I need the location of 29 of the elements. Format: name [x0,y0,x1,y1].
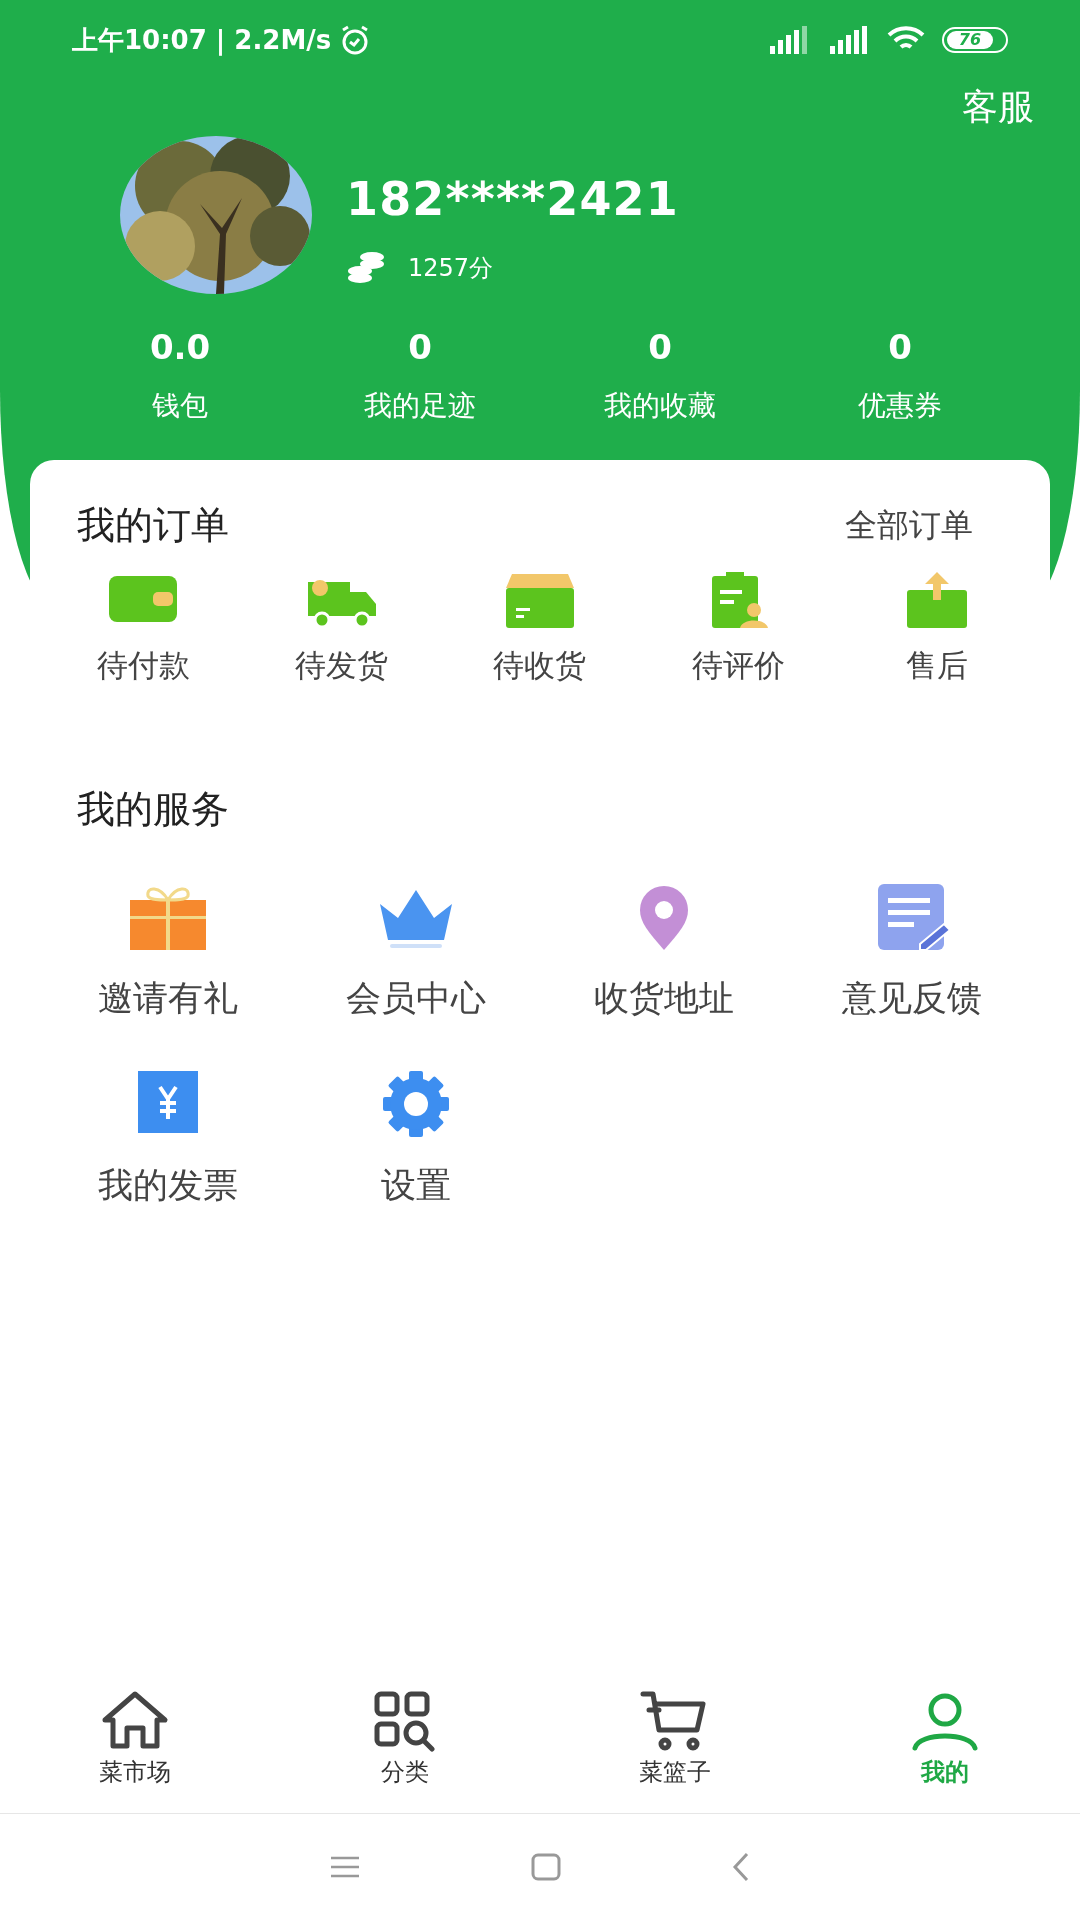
tab-bar-item[interactable]: 菜市场 [0,1690,270,1813]
order-status-label[interactable]: 待付款 [96,642,190,689]
order-status-label[interactable]: 待收货 [493,642,587,689]
points-text: 1257分 [408,252,494,284]
tab-bar-item[interactable]: 分类 [270,1690,540,1813]
stat-value: 0 [648,326,672,369]
tab-bar-item[interactable]: 菜篮子 [540,1690,810,1813]
battery-indicator: 76 [942,27,1008,53]
service-label[interactable]: 设置 [381,1158,451,1211]
service-label[interactable]: 意见反馈 [842,972,982,1025]
service-label[interactable]: 我的发票 [98,1158,238,1211]
service-label[interactable]: 会员中心 [346,972,486,1025]
order-status-label[interactable]: 待评价 [691,642,785,689]
home-button-icon[interactable] [531,1853,561,1881]
service-label[interactable]: 邀请有礼 [98,972,238,1025]
status-time: 上午10:07 | 2.2M/s [72,23,332,58]
service-label[interactable]: 收货地址 [594,972,734,1025]
order-status-label[interactable]: 待发货 [295,642,389,689]
stat-value: 0 [408,326,432,369]
stat-value: 0.0 [149,326,211,369]
order-status-label[interactable]: 售后 [905,642,968,689]
back-icon[interactable] [731,1852,751,1882]
phone-number: 182****2421 [346,170,679,228]
section-title: 我的服务 [77,786,229,833]
section-title: 我的订单 [77,501,229,549]
coins-icon [346,251,386,284]
stat-value: 0 [888,326,912,369]
menu-icon[interactable] [329,1855,361,1879]
all-orders-link[interactable]: 全部订单 [845,501,973,549]
